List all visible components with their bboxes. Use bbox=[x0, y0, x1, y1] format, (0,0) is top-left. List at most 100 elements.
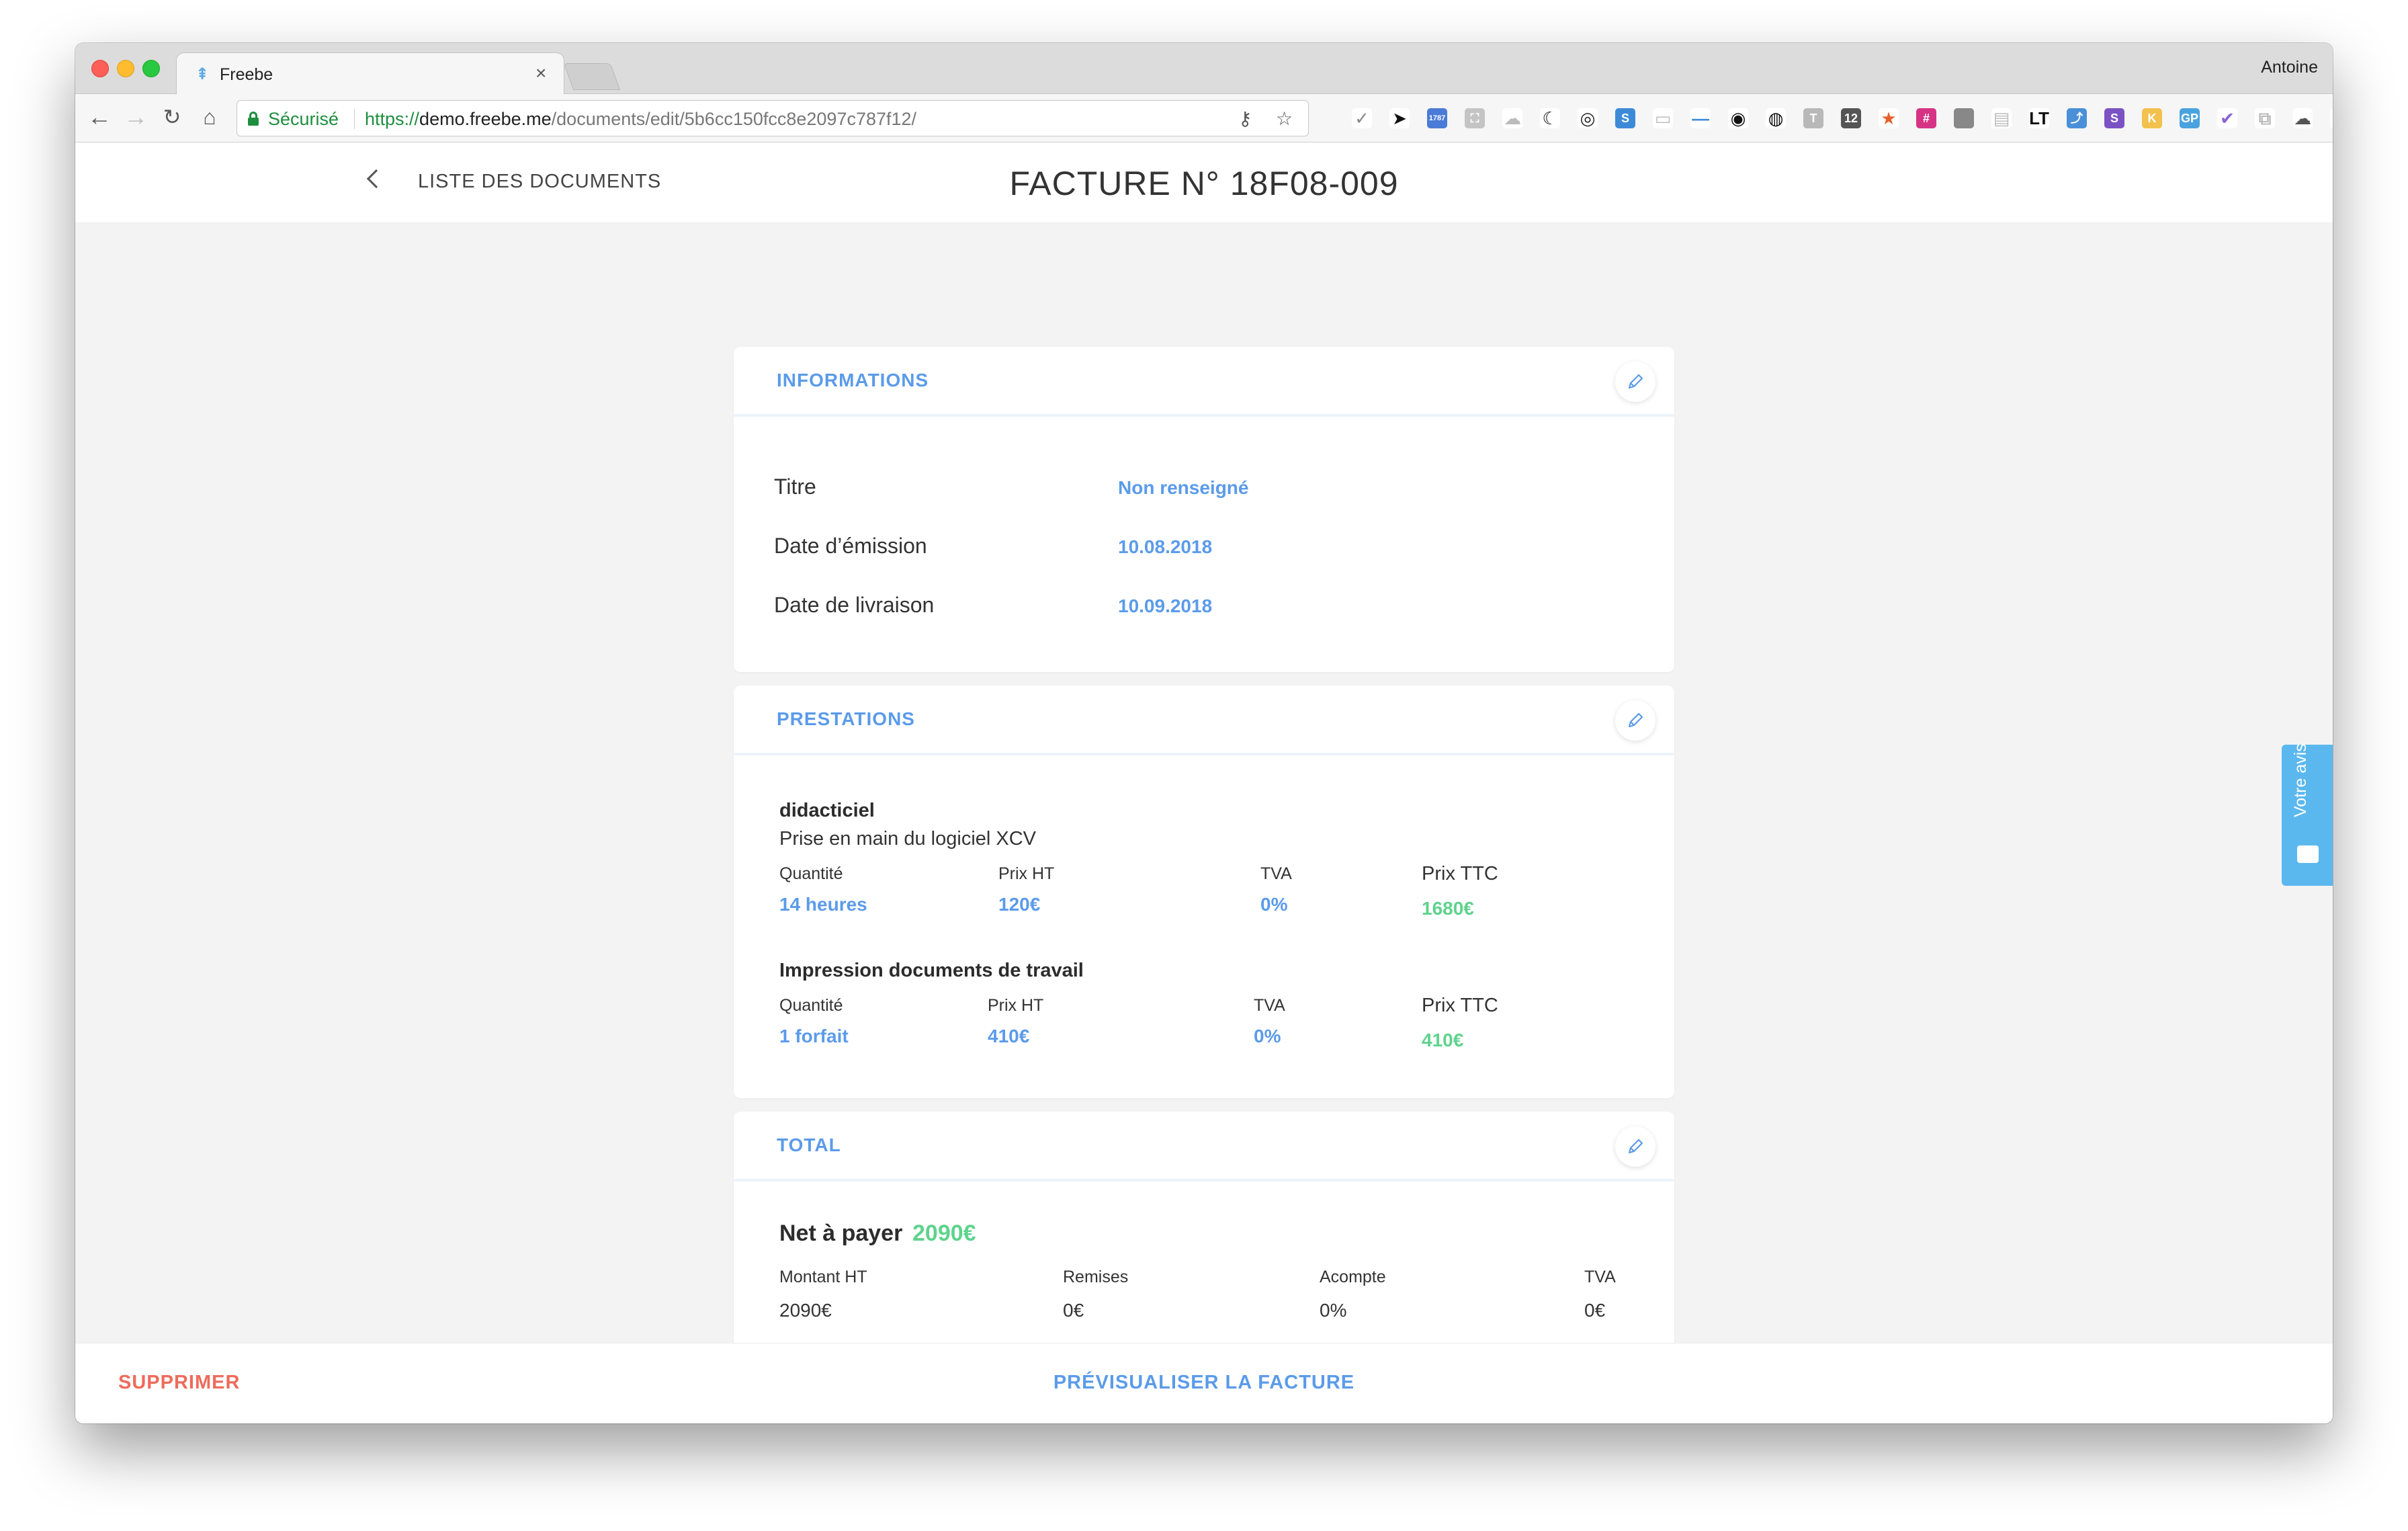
prestations-card: PRESTATIONS didacticiel Prise en main du… bbox=[734, 686, 1674, 1098]
new-tab-button[interactable] bbox=[563, 63, 621, 90]
pencil-icon bbox=[1628, 374, 1643, 389]
profile-name[interactable]: Antoine bbox=[2261, 58, 2318, 77]
total-montant-ht-value: 2090€ bbox=[779, 1300, 832, 1321]
pencil-icon bbox=[1628, 712, 1643, 728]
t-grey-icon[interactable]: T bbox=[1803, 108, 1823, 128]
info-value-titre: Non renseigné bbox=[1118, 477, 1249, 498]
freebe-favicon-icon: ⇞ bbox=[196, 65, 210, 83]
prestation-price-value: 410€ bbox=[988, 1026, 1030, 1046]
info-label-titre: Titre bbox=[774, 474, 816, 499]
url-separator bbox=[354, 109, 355, 129]
page: LISTE DES DOCUMENTS FACTURE N° 18F08-009… bbox=[75, 142, 2333, 1423]
bookmark-star-icon[interactable]: ☆ bbox=[1276, 108, 1293, 130]
minimize-window-button[interactable] bbox=[117, 60, 134, 77]
total-acompte-label: Acompte bbox=[1320, 1268, 1386, 1286]
browser-tab-freebe[interactable]: ⇞ Freebe × bbox=[176, 52, 564, 94]
prestation-title: Impression documents de travail bbox=[779, 960, 1084, 981]
feedback-label: Votre avis bbox=[2291, 743, 2310, 817]
spiral-icon[interactable]: ◎ bbox=[1578, 108, 1598, 128]
pencil-icon bbox=[1628, 1139, 1643, 1154]
prestation-qty-value: 14 heures bbox=[779, 894, 867, 915]
cloud-icon[interactable]: ☁ bbox=[1502, 108, 1522, 128]
prestation-title: didacticiel bbox=[779, 800, 875, 821]
preview-invoice-button[interactable]: PRÉVISUALISER LA FACTURE bbox=[75, 1372, 2333, 1394]
prestation-qty-label: Quantité bbox=[779, 996, 843, 1015]
total-title: TOTAL bbox=[777, 1134, 841, 1155]
lock-icon bbox=[248, 112, 259, 126]
total-card: TOTAL Net à payer 2090€ Montant HT 2090€… bbox=[734, 1112, 1674, 1364]
browser-toolbar: ← → ↻ ⌂ Sécurisé https://demo.freebe.me/… bbox=[75, 94, 2333, 142]
footer-bar: SUPPRIMER PRÉVISUALISER LA FACTURE bbox=[75, 1343, 2333, 1423]
info-value-date-emission: 10.08.2018 bbox=[1118, 536, 1213, 557]
dash-icon[interactable]: — bbox=[1690, 108, 1711, 128]
home-icon[interactable]: ⌂ bbox=[196, 104, 223, 130]
star-icon[interactable]: ★ bbox=[1879, 108, 1899, 128]
calendar-12-icon[interactable]: 12 bbox=[1841, 108, 1861, 128]
page-title: FACTURE N° 18F08-009 bbox=[1009, 165, 1399, 202]
tab-close-icon[interactable]: × bbox=[535, 63, 546, 84]
k-icon[interactable]: K bbox=[2142, 108, 2162, 128]
total-remises-value: 0€ bbox=[1063, 1300, 1084, 1321]
prestation-vat-value: 0% bbox=[1254, 1026, 1281, 1046]
informations-card: INFORMATIONS Titre Non renseigné Date d’… bbox=[734, 347, 1674, 672]
info-value-date-livraison: 10.09.2018 bbox=[1118, 595, 1213, 616]
prestation-price-value: 120€ bbox=[998, 894, 1041, 915]
total-remises-label: Remises bbox=[1063, 1268, 1129, 1286]
moon-icon[interactable]: ☾ bbox=[1540, 108, 1560, 128]
forward-arrow-icon[interactable]: → bbox=[122, 104, 149, 130]
address-bar[interactable]: Sécurisé https://demo.freebe.me/document… bbox=[236, 100, 1309, 136]
speech-icon[interactable]: ◍ bbox=[1766, 108, 1786, 128]
browser-window: ⇞ Freebe × Antoine ← → ↻ ⌂ Sécurisé http… bbox=[75, 43, 2333, 1423]
informations-title: INFORMATIONS bbox=[777, 370, 929, 390]
eye-icon[interactable]: ◉ bbox=[1728, 108, 1748, 128]
tab-title: Freebe bbox=[220, 65, 273, 84]
badge-1787-icon[interactable]: 1787 bbox=[1427, 108, 1447, 128]
cloud-badge-2-icon[interactable]: ☁ bbox=[2292, 108, 2313, 128]
translate-icon[interactable]: ⛶ bbox=[1465, 108, 1485, 128]
prestation-ttc-value: 1680€ bbox=[1422, 898, 1474, 919]
close-window-button[interactable] bbox=[91, 60, 109, 77]
gp-icon[interactable]: GP bbox=[2180, 108, 2200, 128]
prestation-vat-label: TVA bbox=[1254, 996, 1285, 1015]
tab-bar: ⇞ Freebe × Antoine bbox=[75, 43, 2333, 94]
info-label-date-emission: Date d’émission bbox=[774, 534, 927, 558]
total-acompte-value: 0% bbox=[1320, 1300, 1347, 1321]
prestation-ttc-label: Prix TTC bbox=[1422, 863, 1498, 884]
informations-header: INFORMATIONS bbox=[734, 347, 1674, 417]
s-blue-icon[interactable]: S bbox=[1615, 108, 1635, 128]
page-header: LISTE DES DOCUMENTS FACTURE N° 18F08-009 bbox=[75, 142, 2333, 223]
reload-icon[interactable]: ↻ bbox=[159, 104, 185, 130]
edit-prestations-button[interactable] bbox=[1615, 700, 1656, 741]
prestation-description: Prise en main du logiciel XCV bbox=[779, 828, 1037, 850]
prestations-header: PRESTATIONS bbox=[734, 686, 1674, 755]
url-text[interactable]: https://demo.freebe.me/documents/edit/5b… bbox=[365, 109, 916, 130]
prestation-price-label: Prix HT bbox=[998, 864, 1055, 883]
chart-icon[interactable]: ⤴ bbox=[2067, 108, 2087, 128]
chat-icon[interactable]: ▭ bbox=[1653, 108, 1673, 128]
prestation-ttc-value: 410€ bbox=[1422, 1030, 1464, 1050]
info-label-date-livraison: Date de livraison bbox=[774, 593, 935, 617]
lt-icon[interactable]: LT bbox=[2029, 108, 2049, 128]
maximize-window-button[interactable] bbox=[142, 60, 160, 77]
secure-label: Sécurisé bbox=[268, 109, 339, 129]
checkmark-icon[interactable]: ✓ bbox=[1352, 108, 1372, 128]
edit-informations-button[interactable] bbox=[1615, 362, 1656, 402]
total-tva-label: TVA bbox=[1584, 1268, 1616, 1286]
total-montant-ht-label: Montant HT bbox=[779, 1268, 867, 1286]
key-icon[interactable]: ⚷ bbox=[1238, 108, 1252, 130]
edit-total-button[interactable] bbox=[1615, 1126, 1656, 1167]
double-check-icon[interactable]: ✔ bbox=[2217, 108, 2237, 128]
pocket-icon[interactable]: ♡ bbox=[2330, 108, 2333, 128]
frame-icon[interactable]: ⧉ bbox=[2255, 108, 2275, 128]
cursor-extension-icon[interactable]: ➤ bbox=[1389, 108, 1410, 128]
s-purple-icon[interactable]: S bbox=[2104, 108, 2124, 128]
total-header: TOTAL bbox=[734, 1112, 1674, 1182]
total-tva-value: 0€ bbox=[1584, 1300, 1606, 1321]
grey-square-icon[interactable] bbox=[1954, 108, 1974, 128]
prestations-title: PRESTATIONS bbox=[777, 708, 915, 729]
hex-icon[interactable]: # bbox=[1916, 108, 1936, 128]
back-arrow-icon[interactable]: ← bbox=[86, 104, 113, 130]
page-icon[interactable]: ▤ bbox=[1991, 108, 2012, 128]
feedback-tab[interactable]: Votre avis bbox=[2282, 743, 2333, 886]
prestation-price-label: Prix HT bbox=[988, 996, 1044, 1015]
